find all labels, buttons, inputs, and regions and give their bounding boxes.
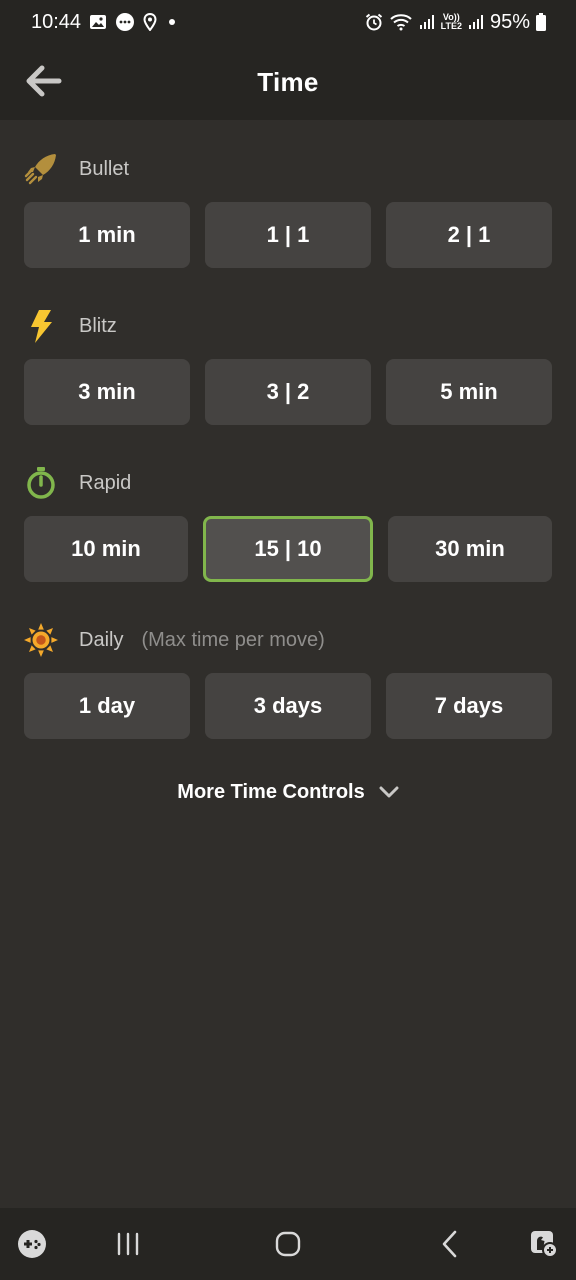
time-option-2-1[interactable]: 2 | 1 (386, 202, 552, 268)
section-label-bullet: Bullet (79, 157, 130, 180)
section-label-rapid: Rapid (79, 471, 132, 494)
chevron-down-icon (379, 785, 399, 799)
wifi-icon (389, 13, 413, 31)
time-option-30-min[interactable]: 30 min (388, 516, 552, 582)
time-option-3-2[interactable]: 3 | 2 (205, 359, 371, 425)
home-icon[interactable] (270, 1226, 306, 1262)
lightning-bolt-icon (24, 309, 58, 343)
location-icon (143, 13, 157, 31)
bullet-options: 1 min 1 | 1 2 | 1 (24, 202, 552, 268)
assistant-icon[interactable] (526, 1226, 562, 1262)
chat-icon (115, 12, 135, 32)
sun-icon (24, 623, 58, 657)
app-header: Time (0, 44, 576, 120)
arrow-left-icon (26, 65, 62, 97)
page-title: Time (257, 66, 319, 97)
status-bar: 10:44 Vo)) LTE2 95% (0, 0, 576, 44)
game-controller-icon[interactable] (14, 1226, 50, 1262)
signal-icon (468, 14, 484, 30)
alarm-icon (365, 13, 383, 31)
stopwatch-icon (24, 466, 58, 500)
section-header-rapid: Rapid (24, 465, 131, 501)
section-header-bullet: Bullet (24, 151, 129, 187)
more-time-controls-label: More Time Controls (177, 780, 365, 803)
recent-apps-icon[interactable] (110, 1226, 146, 1262)
system-nav-bar (0, 1208, 576, 1280)
time-option-1-day[interactable]: 1 day (24, 673, 190, 739)
time-option-10-min[interactable]: 10 min (24, 516, 188, 582)
back-icon[interactable] (432, 1226, 468, 1262)
back-button[interactable] (24, 61, 64, 101)
signal-icon (419, 14, 435, 30)
volte-line2: LTE2 (440, 21, 462, 31)
volte-icon: Vo)) LTE2 (441, 13, 462, 31)
section-label-blitz: Blitz (79, 314, 117, 337)
section-header-blitz: Blitz (24, 308, 117, 344)
time-option-5-min[interactable]: 5 min (386, 359, 552, 425)
section-header-daily: Daily (Max time per move) (24, 622, 325, 658)
battery-percent: 95% (489, 10, 530, 33)
status-time: 10:44 (31, 10, 82, 33)
time-option-15-10[interactable]: 15 | 10 (203, 516, 373, 582)
battery-icon (536, 13, 546, 31)
blitz-options: 3 min 3 | 2 5 min (24, 359, 552, 425)
time-option-1-min[interactable]: 1 min (24, 202, 190, 268)
status-right: Vo)) LTE2 95% (365, 11, 546, 34)
rapid-options: 10 min 15 | 10 30 min (24, 516, 552, 582)
gallery-icon (89, 14, 107, 30)
time-option-3-days[interactable]: 3 days (205, 673, 371, 739)
bullet-rocket-icon (24, 152, 58, 186)
more-time-controls-button[interactable]: More Time Controls (0, 772, 576, 812)
section-note-daily: (Max time per move) (141, 628, 325, 651)
section-label-daily: Daily (79, 628, 124, 651)
time-option-3-min[interactable]: 3 min (24, 359, 190, 425)
status-left: 10:44 (31, 11, 179, 34)
daily-options: 1 day 3 days 7 days (24, 673, 552, 739)
time-option-7-days[interactable]: 7 days (386, 673, 552, 739)
dot-icon (165, 15, 179, 29)
time-option-1-1[interactable]: 1 | 1 (205, 202, 371, 268)
